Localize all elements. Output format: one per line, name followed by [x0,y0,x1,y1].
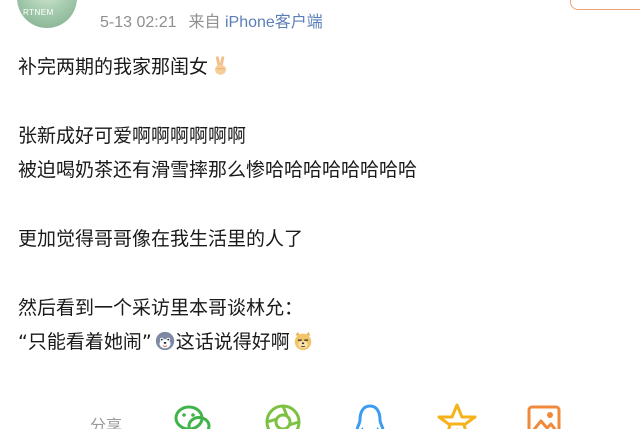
post-line-2: 张新成好可爱啊啊啊啊啊啊 [18,124,247,147]
share-label: 分享 [90,416,123,429]
post-line-1: 补完两期的我家那闺女 [18,50,417,84]
follow-button[interactable] [570,0,640,10]
post-line-1-text: 补完两期的我家那闺女 [18,56,209,78]
image-icon[interactable] [524,402,564,429]
source-prefix: 来自 [188,14,221,31]
post-quote-text: “只能看着她闹” [18,331,152,354]
qzone-star-icon[interactable] [437,402,477,429]
post-line-3: 被迫喝奶茶还有滑雪摔那么惨哈哈哈哈哈哈哈哈 [18,159,418,182]
post-line-6-tail: 这话说得好啊 [175,331,290,354]
source-app-link[interactable]: iPhone客户端 [225,14,323,31]
victory-hand-icon [215,56,227,75]
share-bar: 分享 [0,396,640,429]
doge-emoji-icon [294,331,311,351]
moments-icon[interactable] [263,402,303,429]
weibo-post: RTNEM 5-13 02:21 来自 iPhone客户端 补完两期的我家那闺女 … [0,0,640,429]
avatar-text: RTNEM [23,8,54,17]
post-meta: 5-13 02:21 来自 iPhone客户端 [100,8,323,32]
post-timestamp: 5-13 02:21 [100,14,177,31]
avatar[interactable]: RTNEM [17,0,77,28]
wechat-icon[interactable] [173,402,213,429]
qq-icon[interactable] [350,402,390,429]
post-content: 补完两期的我家那闺女 张新成好可爱啊啊啊啊啊啊 被迫喝奶茶还有滑雪摔那么惨哈哈哈… [18,50,417,360]
post-line-6: “只能看着她闹” 这话说得好啊 [18,325,417,359]
post-line-4: 更加觉得哥哥像在我生活里的人了 [18,227,304,250]
husky-emoji-icon [155,331,174,351]
post-line-5: 然后看到一个采访里本哥谈林允： [18,296,304,319]
